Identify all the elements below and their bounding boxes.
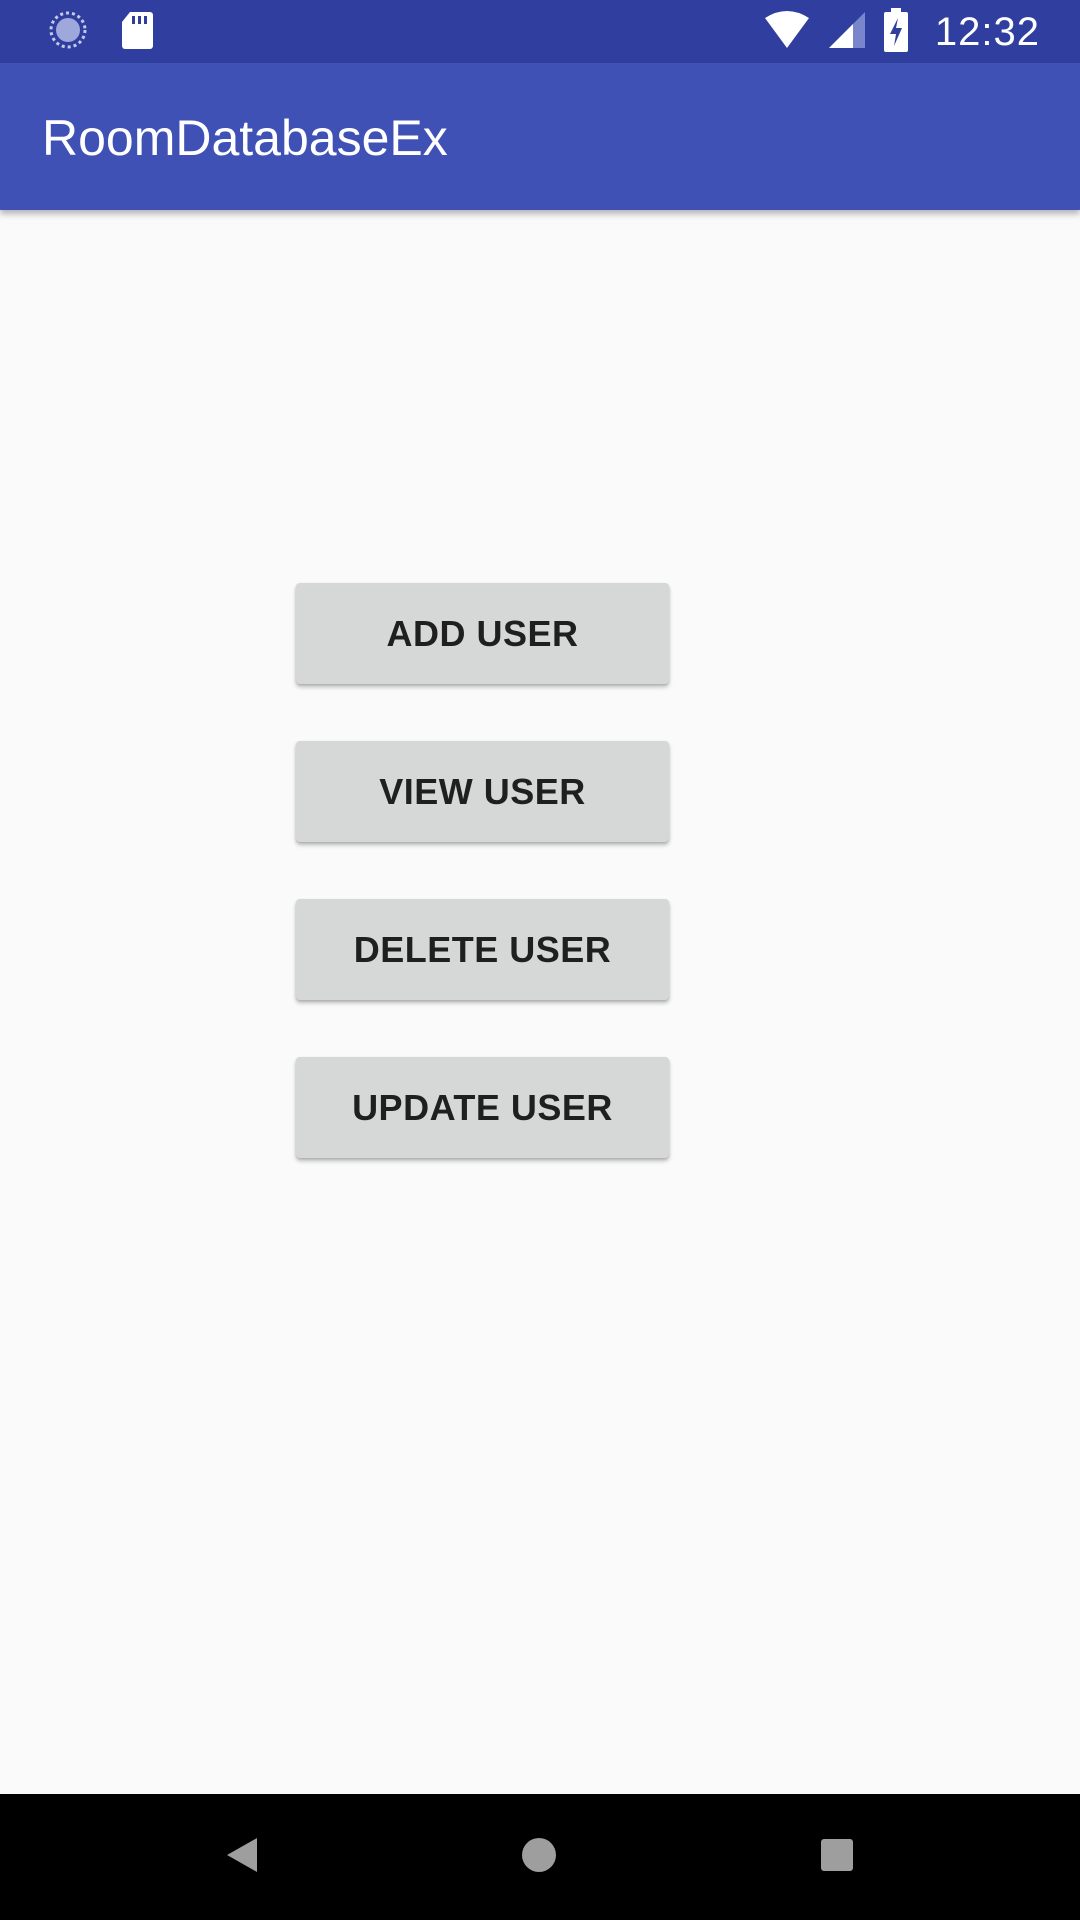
button-group: ADD USER VIEW USER DELETE USER UPDATE US… (296, 583, 669, 1158)
screen: 12:32 RoomDatabaseEx ADD USER VIEW USER … (0, 0, 1080, 1920)
recents-button[interactable] (804, 1824, 870, 1890)
status-left-icons (48, 10, 154, 55)
app-title: RoomDatabaseEx (42, 110, 448, 166)
home-icon (520, 1836, 558, 1879)
sync-icon (48, 10, 88, 55)
main-content: ADD USER VIEW USER DELETE USER UPDATE US… (0, 210, 1080, 1794)
back-button[interactable] (209, 1824, 275, 1890)
back-icon (225, 1836, 259, 1879)
recents-icon (820, 1838, 854, 1877)
sd-card-icon (120, 10, 154, 55)
wifi-icon (763, 10, 811, 55)
cell-signal-icon (827, 10, 867, 55)
view-user-button[interactable]: VIEW USER (296, 741, 669, 842)
update-user-button[interactable]: UPDATE USER (296, 1057, 669, 1158)
add-user-button[interactable]: ADD USER (296, 583, 669, 684)
battery-charging-icon (883, 7, 909, 57)
status-bar: 12:32 (0, 0, 1080, 63)
status-time: 12:32 (934, 9, 1040, 54)
status-right-icons: 12:32 (763, 7, 1040, 57)
navigation-bar (0, 1794, 1080, 1920)
home-button[interactable] (506, 1824, 572, 1890)
app-bar: RoomDatabaseEx (0, 63, 1080, 210)
delete-user-button[interactable]: DELETE USER (296, 899, 669, 1000)
